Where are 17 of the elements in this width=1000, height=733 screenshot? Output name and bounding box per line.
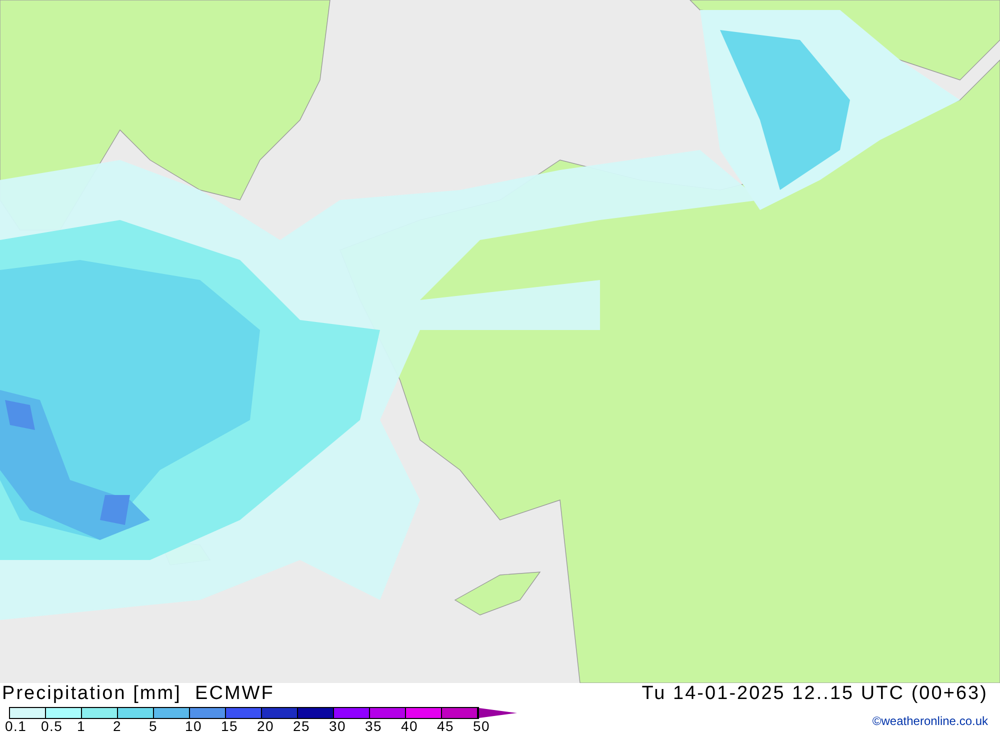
scale-label: 10 bbox=[185, 718, 202, 733]
scale-label: 1 bbox=[77, 718, 86, 733]
scale-label: 35 bbox=[365, 718, 382, 733]
valid-time: Tu 14-01-2025 12..15 UTC (00+63) bbox=[642, 683, 988, 705]
scale-label: 50 bbox=[473, 718, 490, 733]
scale-label: 25 bbox=[293, 718, 310, 733]
scale-label: 15 bbox=[221, 718, 238, 733]
scale-label: 0.1 bbox=[5, 718, 27, 733]
credit-link[interactable]: ©weatheronline.co.uk bbox=[872, 712, 988, 730]
scale-label: 45 bbox=[437, 718, 454, 733]
scale-label: 30 bbox=[329, 718, 346, 733]
scale-label: 40 bbox=[401, 718, 418, 733]
scale-label: 20 bbox=[257, 718, 274, 733]
scale-label: 2 bbox=[113, 718, 122, 733]
map-title: Precipitation [mm] ECMWF bbox=[2, 683, 276, 705]
scale-label: 5 bbox=[149, 718, 158, 733]
scale-label: 0.5 bbox=[41, 718, 63, 733]
